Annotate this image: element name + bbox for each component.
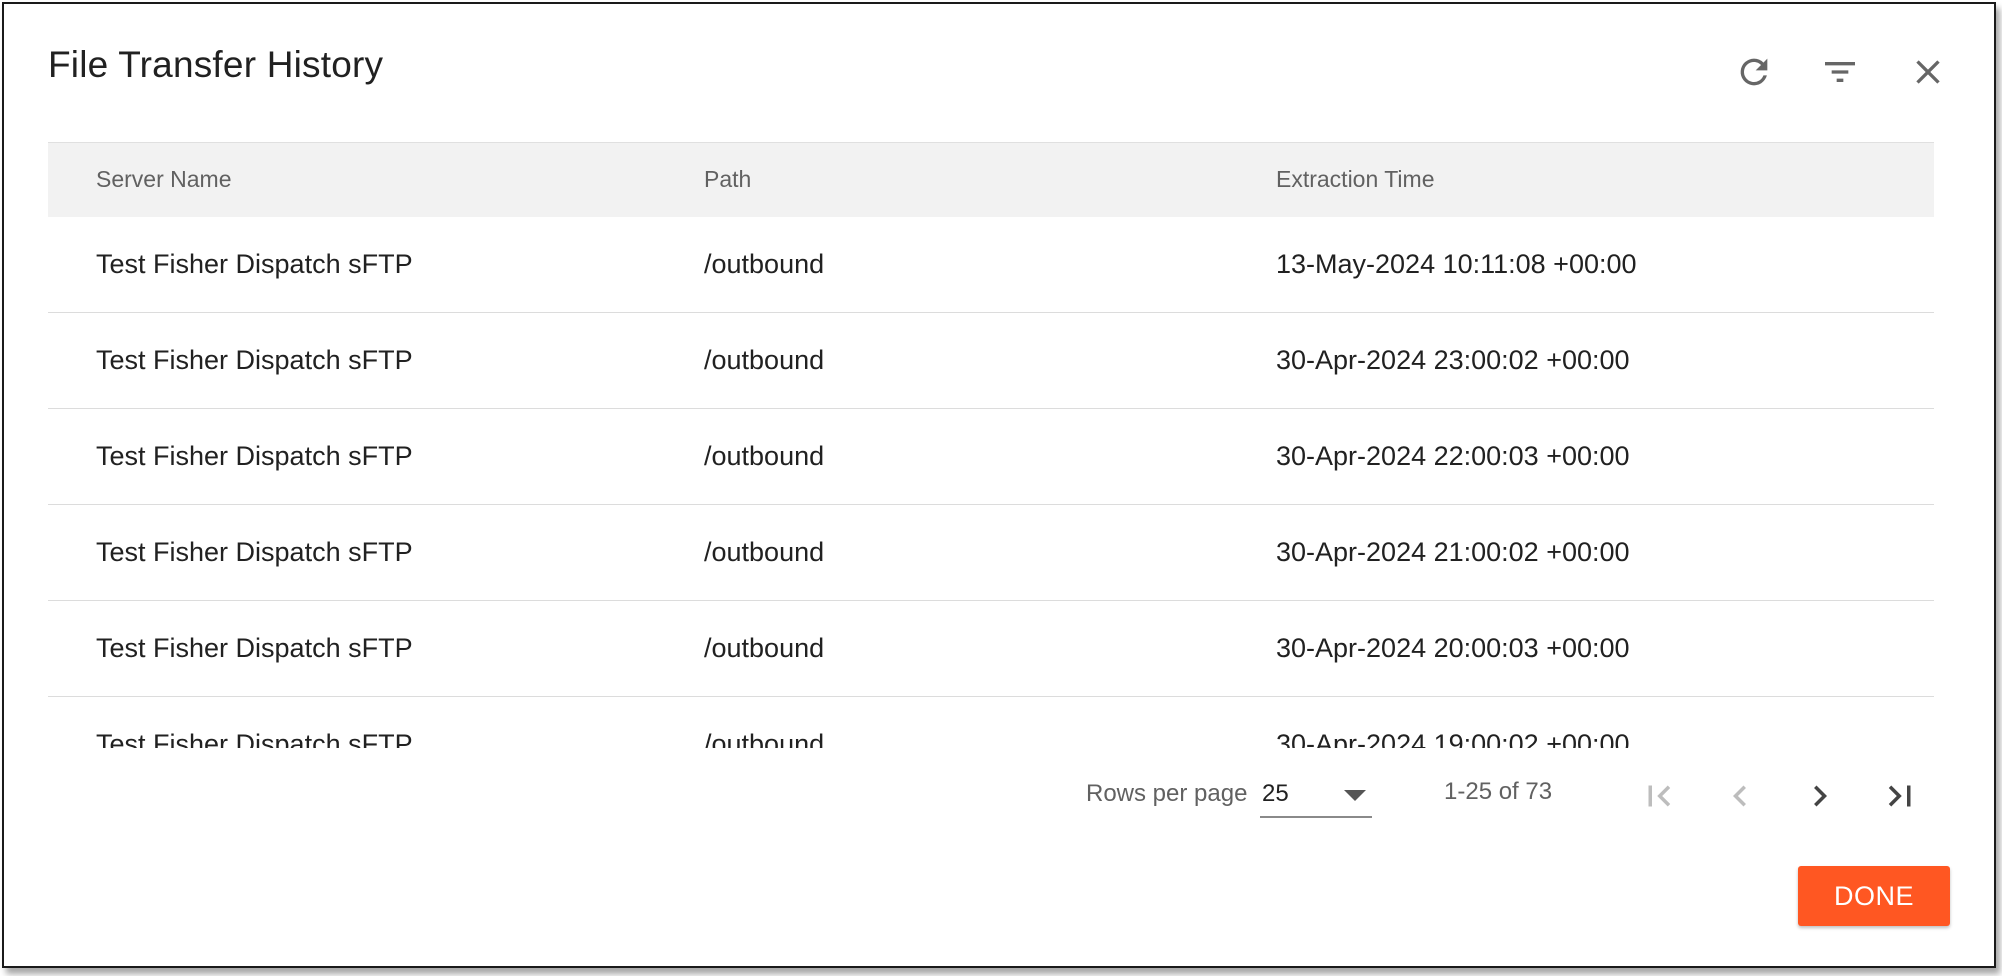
cell-extraction-time: 30-Apr-2024 20:00:03 +00:00 — [1276, 633, 1630, 663]
cell-path: /outbound — [704, 633, 825, 663]
close-icon[interactable] — [1904, 48, 1952, 96]
column-header-server-name[interactable]: Server Name — [48, 142, 703, 217]
rows-per-page-value: 25 — [1262, 780, 1289, 807]
paginator: Rows per page 25 1-25 of 73 — [4, 764, 1994, 828]
file-transfer-history-dialog: File Transfer History Server Name Path E… — [2, 2, 1996, 968]
rows-per-page-label: Rows per page — [1086, 780, 1248, 807]
table-row[interactable]: Test Fisher Dispatch sFTP /outbound 30-A… — [48, 601, 1934, 697]
page-range-label: 1-25 of 73 — [1444, 778, 1553, 805]
cell-server-name: Test Fisher Dispatch sFTP — [96, 633, 413, 663]
cell-path: /outbound — [704, 345, 825, 375]
table-row[interactable]: Test Fisher Dispatch sFTP /outbound 30-A… — [48, 697, 1934, 748]
table-row[interactable]: Test Fisher Dispatch sFTP /outbound 30-A… — [48, 409, 1934, 505]
refresh-icon[interactable] — [1730, 48, 1778, 96]
cell-extraction-time: 30-Apr-2024 21:00:02 +00:00 — [1276, 537, 1630, 567]
file-transfer-table: Server Name Path Extraction Time Test Fi… — [48, 142, 1934, 748]
done-button[interactable]: DONE — [1798, 866, 1950, 926]
first-page-icon[interactable] — [1631, 768, 1687, 824]
cell-server-name: Test Fisher Dispatch sFTP — [96, 345, 413, 375]
cell-path: /outbound — [704, 537, 825, 567]
cell-extraction-time: 30-Apr-2024 22:00:03 +00:00 — [1276, 441, 1630, 471]
cell-server-name: Test Fisher Dispatch sFTP — [96, 441, 413, 471]
table-row[interactable]: Test Fisher Dispatch sFTP /outbound 30-A… — [48, 313, 1934, 409]
cell-server-name: Test Fisher Dispatch sFTP — [96, 729, 413, 748]
table-row[interactable]: Test Fisher Dispatch sFTP /outbound 13-M… — [48, 217, 1934, 313]
cell-path: /outbound — [704, 729, 825, 748]
cell-path: /outbound — [704, 441, 825, 471]
cell-extraction-time: 30-Apr-2024 23:00:02 +00:00 — [1276, 345, 1630, 375]
cell-server-name: Test Fisher Dispatch sFTP — [96, 248, 413, 279]
table-row[interactable]: Test Fisher Dispatch sFTP /outbound 30-A… — [48, 505, 1934, 601]
caret-down-icon — [1344, 790, 1366, 801]
cell-extraction-time: 30-Apr-2024 19:00:02 +00:00 — [1276, 729, 1630, 748]
cell-path: /outbound — [704, 248, 825, 279]
column-header-extraction-time[interactable]: Extraction Time — [1275, 142, 1934, 217]
next-page-icon[interactable] — [1792, 768, 1848, 824]
last-page-icon[interactable] — [1872, 768, 1928, 824]
cell-extraction-time: 13-May-2024 10:11:08 +00:00 — [1276, 248, 1637, 279]
previous-page-icon[interactable] — [1712, 768, 1768, 824]
table-header-row: Server Name Path Extraction Time — [48, 142, 1934, 217]
dialog-title: File Transfer History — [48, 44, 384, 85]
rows-per-page-select[interactable]: 25 — [1260, 770, 1372, 818]
filter-icon[interactable] — [1816, 48, 1864, 96]
cell-server-name: Test Fisher Dispatch sFTP — [96, 537, 413, 567]
column-header-path[interactable]: Path — [703, 142, 1275, 217]
